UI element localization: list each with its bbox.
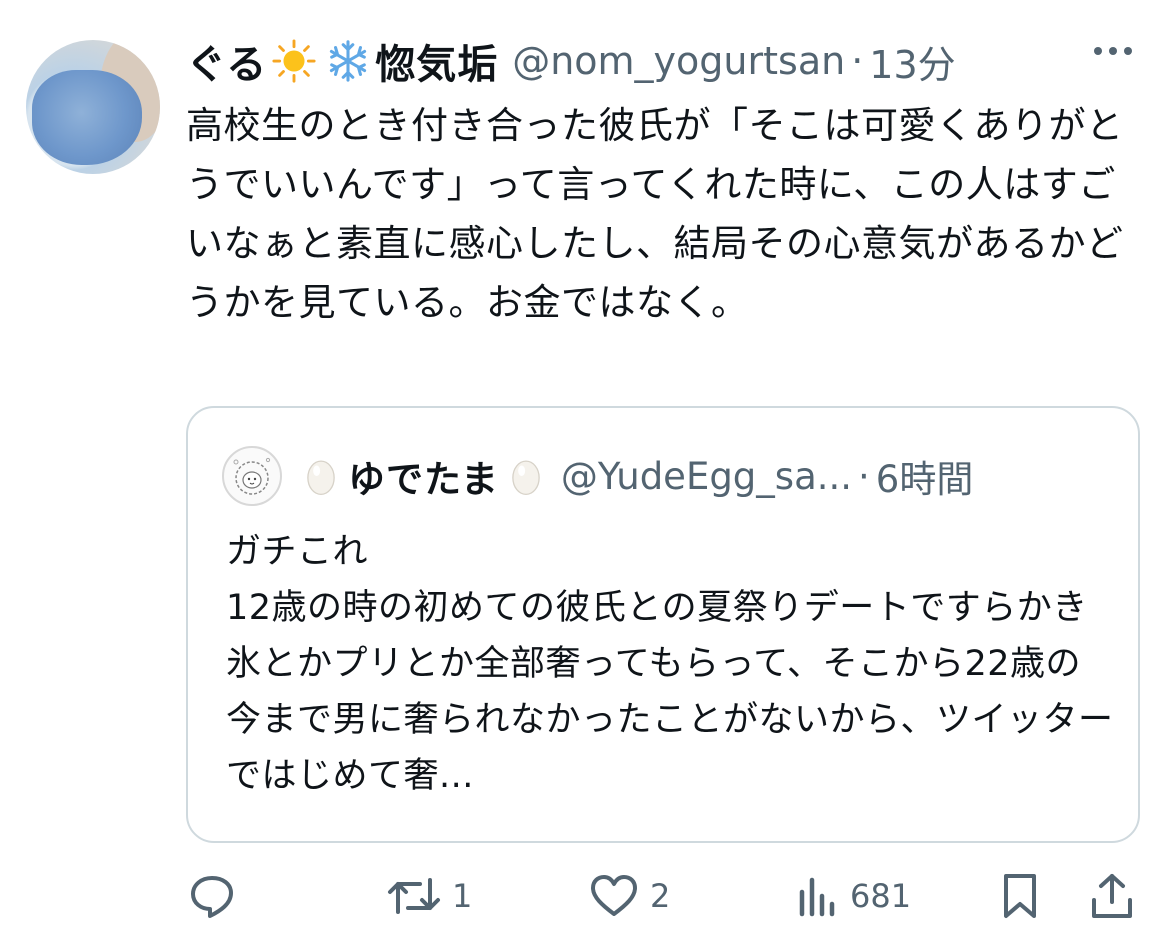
reply-icon: [191, 876, 233, 918]
tweet-text: 高校生のとき付き合った彼氏が「そこは可愛くありがとうでいいんです」って言ってくれ…: [186, 104, 1124, 324]
views-count: 681: [850, 877, 912, 915]
quote-time[interactable]: 6時間: [876, 449, 974, 503]
author-handle[interactable]: @nom_yogurtsan: [512, 39, 845, 83]
quote-author-name[interactable]: ゆでたま: [348, 449, 499, 503]
author-avatar[interactable]: [26, 40, 160, 174]
share-button[interactable]: [1088, 872, 1136, 920]
bookmark-button[interactable]: [998, 872, 1042, 920]
quote-author-handle[interactable]: @YudeEgg_sa...: [561, 455, 852, 498]
quote-text: ガチこれ 12歳の時の初めての彼氏との夏祭りデートですらかき氷とかプリとか全部奢…: [226, 532, 1114, 796]
share-icon: [1092, 874, 1132, 918]
retweet-count: 1: [452, 877, 473, 915]
author-name-suffix[interactable]: 惚気垢: [375, 32, 498, 90]
egg-emoji-icon: [307, 460, 335, 496]
views-bar-chart-icon: [799, 877, 835, 917]
bookmark-icon: [1004, 874, 1036, 918]
like-count: 2: [650, 877, 671, 915]
snowflake-emoji-icon: [330, 40, 367, 82]
separator-dot: ·: [851, 39, 864, 83]
reply-button[interactable]: [188, 872, 246, 920]
author-name[interactable]: ぐる: [186, 32, 267, 90]
like-button[interactable]: 2: [588, 872, 670, 920]
quoted-tweet[interactable]: ゆでたま @YudeEgg_sa... · 6時間 ガチこれ 12歳の時の初めて…: [186, 406, 1140, 843]
views-button[interactable]: 681: [796, 872, 911, 920]
retweet-button[interactable]: 1: [386, 872, 472, 920]
avatar-blue-object: [32, 70, 142, 165]
more-options-icon[interactable]: [1094, 47, 1132, 55]
sheep-avatar-icon: [233, 457, 271, 495]
heart-icon: [591, 875, 637, 916]
sun-emoji-icon: [272, 39, 316, 83]
quote-author-avatar[interactable]: [222, 446, 282, 506]
tweet-header: ぐる 惚気垢 @nom_yogurtsan · 13分: [186, 34, 956, 89]
egg-emoji-icon: [512, 460, 540, 496]
retweet-icon: [388, 878, 440, 914]
tweet-time[interactable]: 13分: [869, 34, 955, 89]
quote-separator-dot: ·: [858, 454, 870, 498]
quote-header: ゆでたま @YudeEgg_sa... · 6時間: [300, 450, 973, 502]
action-bar: 1 2 681: [0, 862, 1170, 932]
